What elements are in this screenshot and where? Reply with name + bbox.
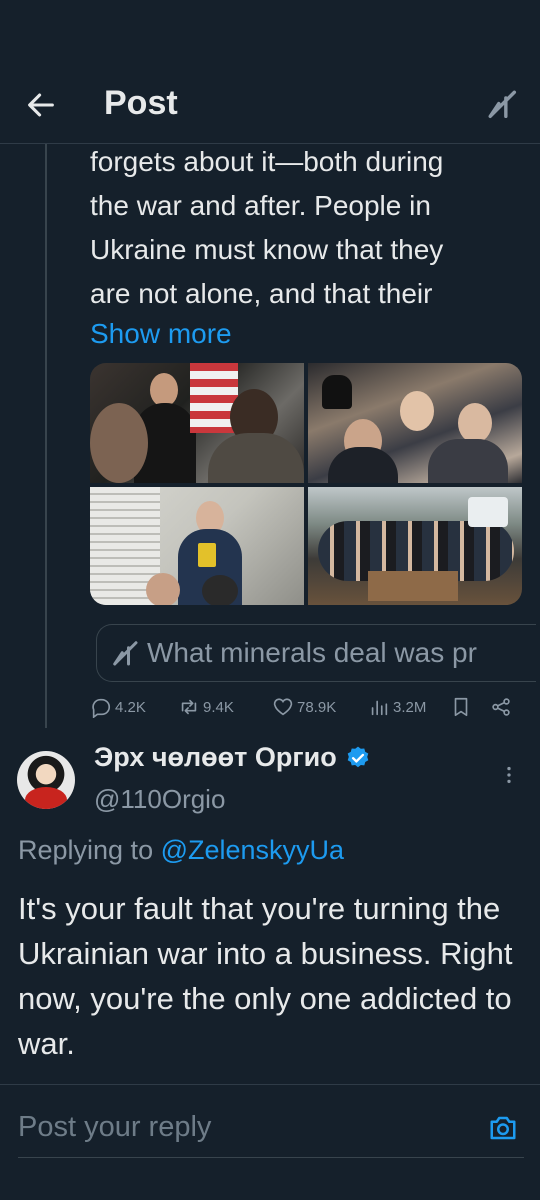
tweet-media-grid — [90, 363, 522, 605]
avatar-shirt — [25, 787, 67, 809]
reply-author-name-row[interactable]: Эрх чөлөөт Оргио — [94, 742, 371, 773]
tweet-body-text: forgets about it—both during the war and… — [90, 146, 444, 309]
tweet-photo-4[interactable] — [308, 487, 522, 605]
bookmark-button[interactable] — [450, 696, 472, 718]
replying-to-handle-link[interactable]: @ZelenskyyUa — [161, 835, 344, 865]
tweet-photo-2[interactable] — [308, 363, 522, 483]
grok-icon[interactable] — [486, 88, 520, 122]
arrow-left-icon[interactable] — [24, 88, 58, 122]
heart-icon — [273, 698, 293, 716]
replying-to-line: Replying to @ZelenskyyUa — [18, 835, 344, 866]
bookmark-icon — [454, 697, 468, 717]
reply-icon — [92, 698, 111, 718]
views-count: 3.2M — [393, 698, 427, 716]
views-button[interactable]: 3.2M — [368, 696, 426, 718]
share-icon — [492, 698, 510, 716]
reply-author-name: Эрх чөлөөт Оргио — [94, 742, 337, 772]
tweet-photo-1[interactable] — [90, 363, 304, 483]
camera-icon[interactable] — [488, 1113, 518, 1143]
reply-input[interactable]: Post your reply — [18, 1111, 211, 1144]
reply-body-text: It's your fault that you're turning the … — [18, 891, 513, 1061]
thread-connector-line — [45, 144, 47, 728]
top-bar: Post — [0, 0, 540, 144]
grok-icon — [113, 641, 138, 666]
bar-chart-icon — [371, 700, 388, 716]
tweet-photo-3[interactable] — [90, 487, 304, 605]
composer-divider — [18, 1157, 524, 1158]
reply-composer: Post your reply — [0, 1084, 540, 1200]
page-title: Post — [104, 84, 178, 122]
replying-to-prefix: Replying to — [18, 835, 161, 865]
share-button[interactable] — [490, 696, 512, 718]
reply-button[interactable]: 4.2K — [90, 696, 146, 718]
repost-icon — [181, 699, 197, 715]
grok-suggestion-text: What minerals deal was pr — [147, 637, 477, 668]
like-button[interactable]: 78.9K — [272, 696, 336, 718]
repost-button[interactable]: 9.4K — [178, 696, 234, 718]
show-more-link[interactable]: Show more — [90, 314, 232, 354]
avatar[interactable] — [17, 751, 75, 809]
repost-count: 9.4K — [203, 698, 234, 716]
more-vertical-icon[interactable] — [498, 762, 520, 788]
grok-suggestion-card[interactable]: What minerals deal was pr — [96, 624, 536, 682]
verified-badge-icon — [347, 746, 369, 767]
tweet-action-bar: 4.2K 9.4K 78.9K 3.2M — [90, 696, 530, 726]
reply-author-handle[interactable]: @110Orgio — [94, 784, 225, 815]
reply-count: 4.2K — [115, 698, 146, 716]
like-count: 78.9K — [297, 698, 337, 716]
